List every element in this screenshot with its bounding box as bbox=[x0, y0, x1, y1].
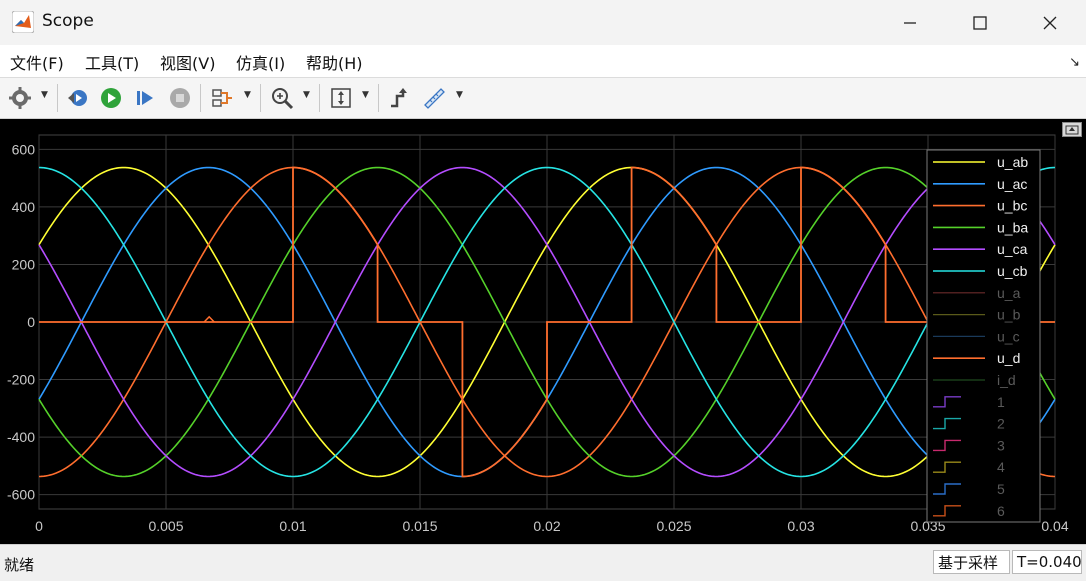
settings-button[interactable] bbox=[6, 84, 34, 112]
legend-label: 5 bbox=[997, 481, 1005, 497]
sim-time-label: T=0.040 bbox=[1012, 550, 1082, 574]
undock-arrow-icon[interactable]: ↘ bbox=[1069, 55, 1080, 70]
menu-file[interactable]: 文件(F) bbox=[10, 50, 64, 74]
y-tick-label: -200 bbox=[7, 372, 35, 388]
measure-dropdown-caret[interactable]: ▼ bbox=[456, 90, 463, 100]
legend-label: u_bc bbox=[997, 198, 1027, 214]
highlight-button[interactable] bbox=[385, 84, 413, 112]
toolbar-separator bbox=[378, 84, 379, 112]
settings-dropdown-caret[interactable]: ▼ bbox=[41, 90, 48, 100]
legend-label: u_ba bbox=[997, 219, 1028, 235]
toolbar-separator bbox=[260, 84, 261, 112]
autoscale-button[interactable] bbox=[327, 84, 355, 112]
toolbar-separator bbox=[200, 84, 201, 112]
y-tick-label: 0 bbox=[27, 314, 35, 330]
stop-button[interactable] bbox=[166, 84, 194, 112]
minimize-button[interactable] bbox=[875, 0, 945, 45]
sample-mode-label: 基于采样 bbox=[933, 550, 1010, 574]
x-tick-label: 0.04 bbox=[1041, 518, 1068, 534]
menu-view[interactable]: 视图(V) bbox=[160, 50, 215, 74]
legend-label: 1 bbox=[997, 394, 1005, 410]
restore-axes-icon bbox=[1065, 125, 1079, 134]
menu-simulation[interactable]: 仿真(I) bbox=[236, 50, 285, 74]
y-tick-label: 600 bbox=[12, 141, 36, 157]
autoscale-icon bbox=[331, 88, 351, 108]
y-tick-label: -600 bbox=[7, 487, 35, 503]
signal-select-button[interactable] bbox=[208, 84, 236, 112]
step-forward-icon bbox=[137, 91, 153, 105]
measure-icon bbox=[424, 88, 445, 109]
menu-bar: 文件(F) 工具(T) 视图(V) 仿真(I) 帮助(H) ↘ bbox=[0, 45, 1086, 77]
maximize-button[interactable] bbox=[945, 0, 1015, 45]
legend-label: u_ca bbox=[997, 241, 1028, 257]
legend-label: u_ac bbox=[997, 176, 1027, 192]
maximize-icon bbox=[973, 15, 987, 30]
x-tick-label: 0.015 bbox=[402, 518, 437, 534]
x-tick-label: 0 bbox=[35, 518, 43, 534]
run-button[interactable] bbox=[97, 84, 125, 112]
matlab-logo-icon bbox=[12, 11, 34, 33]
zoom-dropdown-caret[interactable]: ▼ bbox=[303, 90, 310, 100]
rewind-button[interactable] bbox=[64, 84, 92, 112]
zoom-icon bbox=[272, 88, 294, 110]
x-tick-label: 0.005 bbox=[148, 518, 183, 534]
legend-label: 6 bbox=[997, 503, 1005, 519]
signal-select-caret[interactable]: ▼ bbox=[244, 90, 251, 100]
window-title: Scope bbox=[42, 11, 94, 31]
run-icon bbox=[101, 88, 121, 108]
legend-label: u_cb bbox=[997, 263, 1028, 279]
signal-select-icon bbox=[212, 89, 232, 107]
minimize-icon bbox=[904, 21, 916, 24]
close-button[interactable] bbox=[1015, 0, 1085, 45]
measure-button[interactable] bbox=[420, 84, 448, 112]
legend-label: 2 bbox=[997, 416, 1005, 432]
legend-label: u_ab bbox=[997, 154, 1028, 170]
restore-axes-button[interactable] bbox=[1062, 122, 1082, 137]
x-tick-label: 0.025 bbox=[656, 518, 691, 534]
legend-label: u_a bbox=[997, 285, 1021, 301]
rewind-icon bbox=[68, 90, 87, 106]
menu-help[interactable]: 帮助(H) bbox=[306, 50, 363, 74]
step-forward-button[interactable] bbox=[131, 84, 159, 112]
x-tick-label: 0.02 bbox=[533, 518, 560, 534]
legend-label: u_c bbox=[997, 328, 1020, 344]
toolbar-separator bbox=[57, 84, 58, 112]
status-bar: 就绪 基于采样 T=0.040 bbox=[0, 544, 1086, 581]
settings-icon bbox=[9, 87, 31, 109]
y-tick-label: 400 bbox=[12, 199, 36, 215]
status-ready-text: 就绪 bbox=[4, 556, 35, 574]
title-bar: Scope bbox=[0, 0, 1086, 45]
toolbar-separator bbox=[319, 84, 320, 112]
legend-label: u_d bbox=[997, 350, 1020, 366]
x-tick-label: 0.03 bbox=[787, 518, 814, 534]
close-icon bbox=[1043, 16, 1057, 29]
legend-label: 3 bbox=[997, 437, 1005, 453]
legend-label: i_d bbox=[997, 372, 1016, 388]
stop-icon bbox=[170, 88, 190, 108]
y-tick-label: 200 bbox=[12, 256, 36, 272]
menu-tools[interactable]: 工具(T) bbox=[85, 50, 139, 74]
scope-display: 0 0.005 0.01 0.015 0.02 0.025 0.03 0.035 0.04 60… bbox=[0, 119, 1086, 544]
autoscale-dropdown-caret[interactable]: ▼ bbox=[362, 90, 369, 100]
scope-plot: 0 0.005 0.01 0.015 0.02 0.025 0.03 0.035 0.04 60… bbox=[7, 134, 1069, 534]
x-tick-label: 0.01 bbox=[279, 518, 306, 534]
highlight-icon bbox=[391, 88, 407, 108]
toolbar: ▼ ▼ ▼ ▼ ▼ bbox=[0, 77, 1086, 119]
legend-label: u_b bbox=[997, 307, 1021, 323]
zoom-button[interactable] bbox=[268, 84, 296, 112]
y-tick-label: -400 bbox=[7, 429, 35, 445]
legend-label: 4 bbox=[997, 459, 1005, 475]
